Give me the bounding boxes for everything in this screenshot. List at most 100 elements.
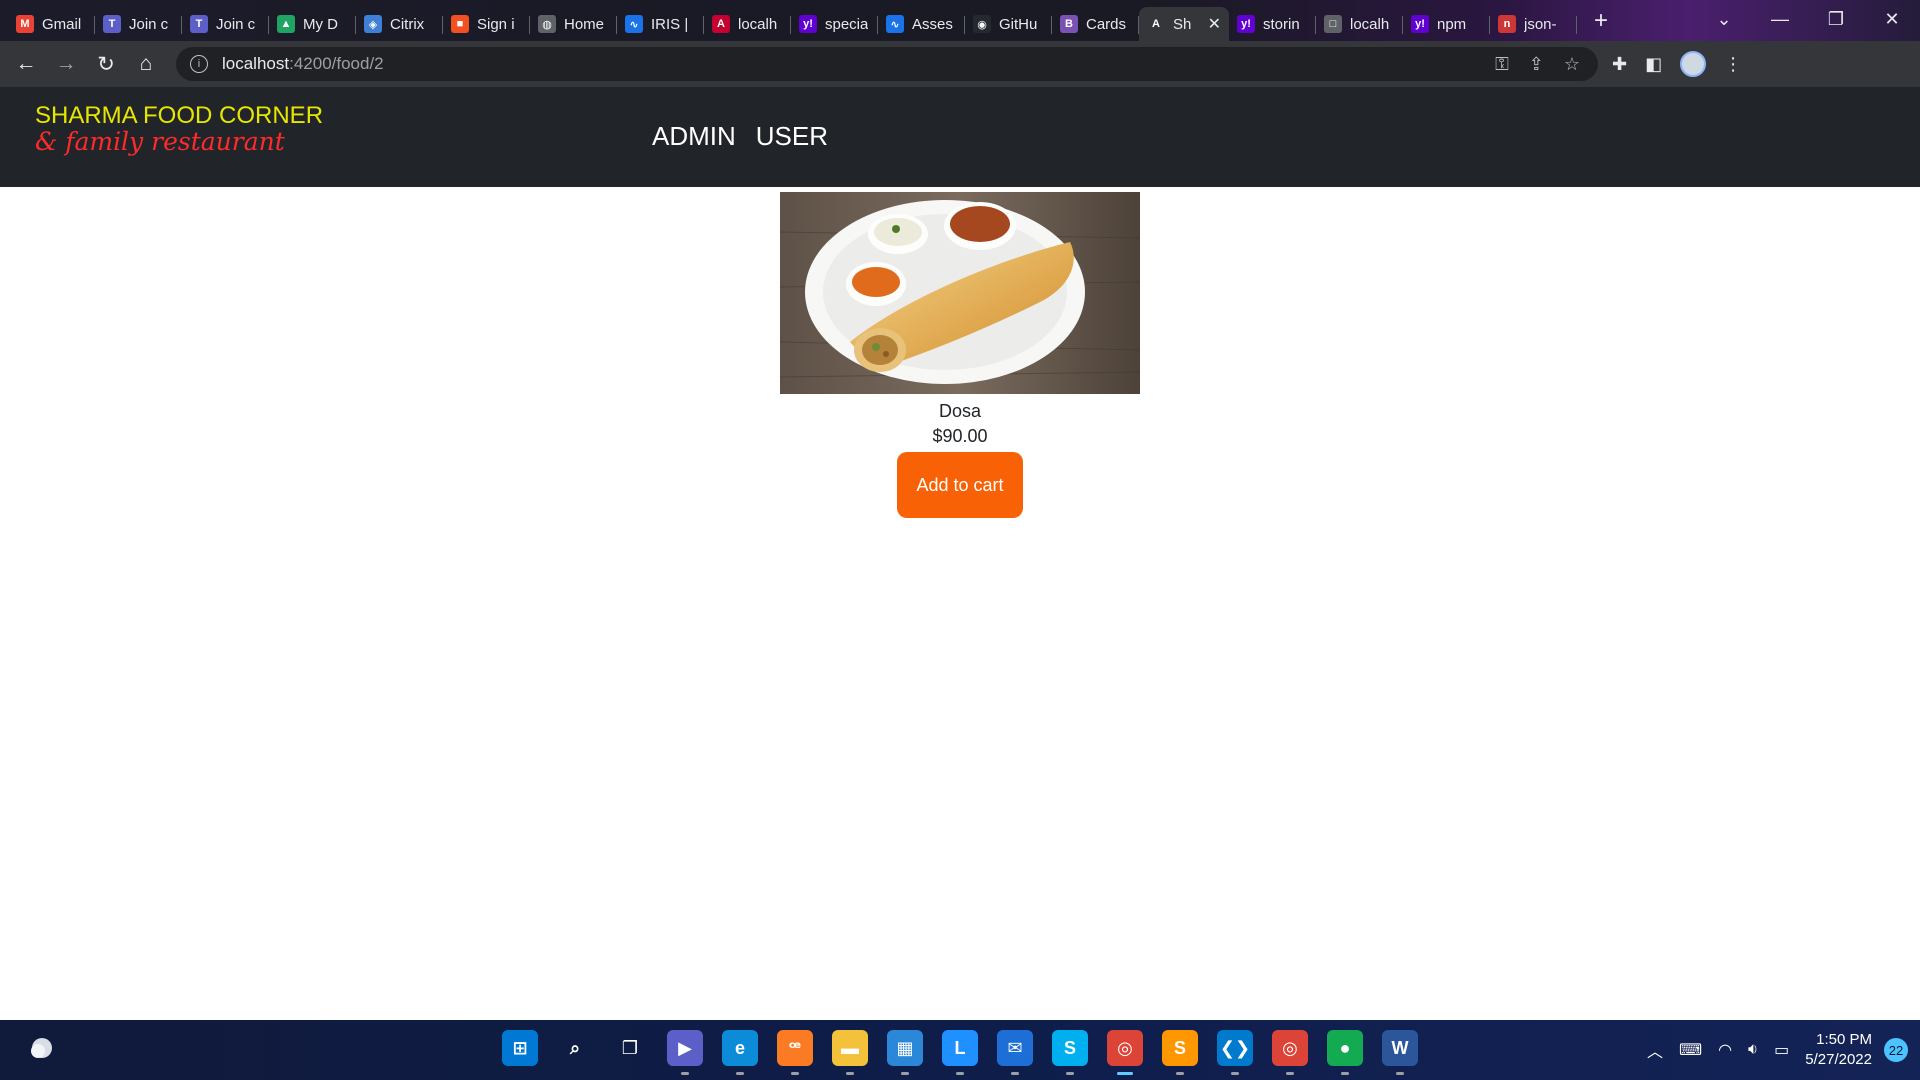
wifi-icon[interactable]: ◠ xyxy=(1718,1040,1732,1060)
app-glyph: ⊞ xyxy=(512,1037,528,1058)
browser-tab[interactable]: T Join c xyxy=(182,7,269,41)
start-icon[interactable]: ⊞ xyxy=(502,1030,538,1066)
running-indicator xyxy=(736,1072,744,1075)
share-icon[interactable]: ⇪ xyxy=(1529,54,1544,75)
food-image xyxy=(780,192,1140,394)
tab-list: M Gmail T Join c T Join c ▲ My D ◈ Citrix ■ Sign i ◍… xyxy=(0,0,1577,41)
running-indicator xyxy=(1176,1072,1184,1075)
tab-title: Home xyxy=(564,15,605,33)
clock-date: 5/27/2022 xyxy=(1805,1051,1872,1068)
chevron-up-icon[interactable]: ︿ xyxy=(1647,1038,1663,1062)
address-bar[interactable]: i localhost :4200/food/2 ⚿ ⇪ ☆ xyxy=(176,47,1598,81)
app-glyph: S xyxy=(1173,1037,1186,1058)
nav-links: ADMIN USER xyxy=(652,121,828,152)
menu-icon[interactable]: ⋮ xyxy=(1724,54,1742,75)
back-icon[interactable]: ← xyxy=(6,52,46,76)
reload-icon[interactable]: ↻ xyxy=(86,52,126,77)
l-app-icon[interactable]: L xyxy=(942,1030,978,1075)
bootstrap-icon: B xyxy=(1060,15,1078,33)
browser-tab[interactable]: ∿ IRIS | xyxy=(617,7,704,41)
home-icon[interactable]: ⌂ xyxy=(126,52,166,76)
browser-tab[interactable]: ■ Sign i xyxy=(443,7,530,41)
tab-title: npm xyxy=(1437,15,1467,33)
browser-tab[interactable]: B Cards xyxy=(1052,7,1139,41)
restore-icon[interactable]: ❐ xyxy=(1808,9,1864,30)
bookmark-star-icon[interactable]: ☆ xyxy=(1564,54,1580,75)
tab-title: Gmail xyxy=(42,15,82,33)
store-icon[interactable]: ▦ xyxy=(887,1030,923,1075)
tab-title: Sign i xyxy=(477,15,515,33)
nav-user-link[interactable]: USER xyxy=(756,121,828,152)
profile-avatar[interactable] xyxy=(1680,51,1707,77)
app-glyph: ❮❯ xyxy=(1219,1037,1251,1058)
close-icon[interactable]: ✕ xyxy=(1864,9,1920,30)
app-glyph: ⌕ xyxy=(569,1037,581,1058)
task-view-icon[interactable]: ❐ xyxy=(612,1030,648,1066)
browser-tab[interactable]: A Sh ✕ xyxy=(1139,7,1229,41)
new-tab-button[interactable]: + xyxy=(1583,7,1619,35)
yahoo-icon: y! xyxy=(1411,15,1429,33)
browser-tab[interactable]: ◈ Citrix xyxy=(356,7,443,41)
tab-close-icon[interactable]: ✕ xyxy=(1208,14,1221,34)
browser-tab[interactable]: Alocalh xyxy=(704,7,791,41)
xampp-icon[interactable]: ꟹ xyxy=(777,1030,813,1075)
minimize-icon[interactable]: — xyxy=(1752,9,1808,30)
battery-icon[interactable]: ▭ xyxy=(1774,1040,1789,1060)
side-panel-icon[interactable]: ◧ xyxy=(1645,54,1662,75)
browser-tab[interactable]: ▲ My D xyxy=(269,7,356,41)
add-to-cart-button[interactable]: Add to cart xyxy=(897,452,1023,518)
volume-icon[interactable]: 🔉︎ xyxy=(1748,1041,1758,1059)
site-info-icon[interactable]: i xyxy=(190,55,208,73)
mongodb-icon[interactable]: ● xyxy=(1327,1030,1363,1075)
sublime-icon[interactable]: S xyxy=(1162,1030,1198,1075)
browser-tab[interactable]: □ localh xyxy=(1316,7,1403,41)
search-icon[interactable]: ⌕ xyxy=(557,1030,593,1066)
tab-title: Cards xyxy=(1086,15,1127,33)
tab-title: Join c xyxy=(216,15,256,33)
app-glyph: ❐ xyxy=(621,1037,639,1058)
chrome-icon[interactable]: ◎ xyxy=(1272,1030,1308,1075)
browser-tab[interactable]: ◍ Home xyxy=(530,7,617,41)
browser-tab[interactable]: y! npm xyxy=(1403,7,1490,41)
edge-icon[interactable]: e xyxy=(722,1030,758,1075)
app-glyph: ▶ xyxy=(678,1037,692,1058)
chat-icon[interactable]: ▶ xyxy=(667,1030,703,1075)
app-glyph: ▬ xyxy=(841,1037,859,1058)
file-explorer-icon[interactable]: ▬ xyxy=(832,1030,868,1075)
url-path: :4200/food/2 xyxy=(289,54,384,73)
running-indicator xyxy=(1117,1072,1133,1075)
browser-tab[interactable]: y! storin xyxy=(1229,7,1316,41)
browser-tab[interactable]: y! specia xyxy=(791,7,878,41)
vscode-icon[interactable]: ❮❯ xyxy=(1217,1030,1253,1075)
browser-tab[interactable]: T Join c xyxy=(95,7,182,41)
weather-icon[interactable] xyxy=(28,1036,56,1060)
forward-icon[interactable]: → xyxy=(46,52,86,76)
teams-icon: T xyxy=(103,15,121,33)
word-icon[interactable]: W xyxy=(1382,1030,1418,1075)
mail-icon[interactable]: ✉ xyxy=(997,1030,1033,1075)
clock[interactable]: 1:50 PM 5/27/2022 xyxy=(1805,1030,1872,1070)
browser-tab[interactable]: ∿ Asses xyxy=(878,7,965,41)
teams-icon: T xyxy=(190,15,208,33)
notification-badge[interactable]: 22 xyxy=(1884,1038,1908,1062)
omnibox-actions: ⚿ ⇪ ☆ xyxy=(1495,54,1598,75)
browser-tab[interactable]: M Gmail xyxy=(8,7,95,41)
running-indicator xyxy=(1396,1072,1404,1075)
browser-tab[interactable]: n json- xyxy=(1490,7,1577,41)
brand[interactable]: SHARMA FOOD CORNER & family restaurant xyxy=(35,103,323,155)
key-icon[interactable]: ⚿ xyxy=(1495,54,1509,75)
angular-icon: A xyxy=(1147,15,1165,33)
browser-toolbar: ← → ↻ ⌂ i localhost :4200/food/2 ⚿ ⇪ ☆ ✚… xyxy=(0,41,1920,87)
extensions-icon[interactable]: ✚ xyxy=(1612,54,1627,75)
tab-title: storin xyxy=(1263,15,1300,33)
tab-search-icon[interactable]: ⌄ xyxy=(1696,9,1752,30)
tab-title: localh xyxy=(1350,15,1390,33)
skype-icon[interactable]: S xyxy=(1052,1030,1088,1075)
microsoft-icon: ■ xyxy=(451,15,469,33)
nav-admin-link[interactable]: ADMIN xyxy=(652,121,736,152)
keyboard-icon[interactable]: ⌨ xyxy=(1679,1040,1702,1060)
browser-tab[interactable]: ◉ GitHu xyxy=(965,7,1052,41)
tab-title: Asses xyxy=(912,15,953,33)
chrome-icon[interactable]: ◎ xyxy=(1107,1030,1143,1075)
app-glyph: e xyxy=(734,1037,745,1058)
